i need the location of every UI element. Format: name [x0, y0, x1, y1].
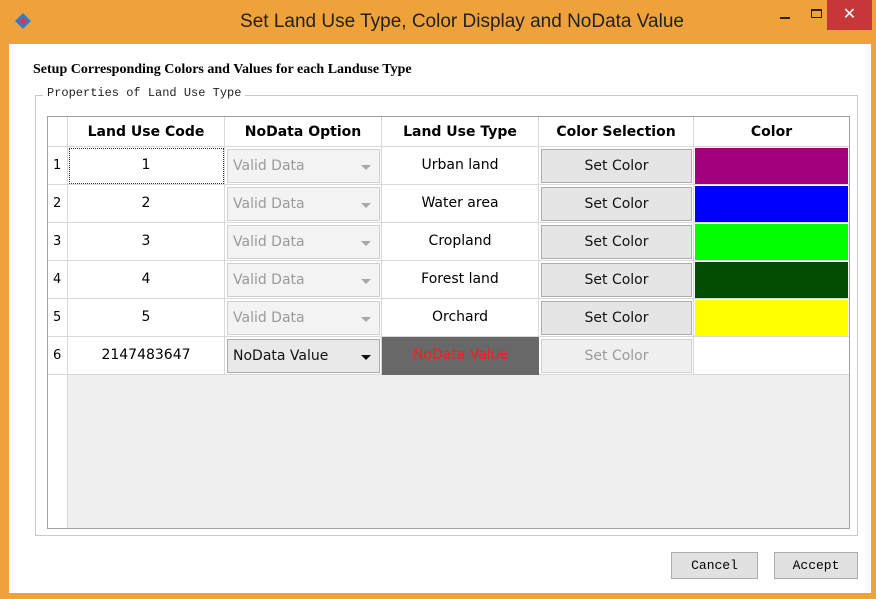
land-use-code-cell[interactable]: 1 [68, 147, 225, 185]
chevron-down-icon [361, 355, 371, 360]
chevron-down-icon [361, 279, 371, 284]
land-use-code-cell[interactable]: 3 [68, 223, 225, 261]
land-use-type-cell[interactable]: Urban land [382, 147, 539, 185]
nodata-option-dropdown[interactable]: Valid Data [227, 187, 380, 221]
dialog-body: Setup Corresponding Colors and Values fo… [9, 44, 871, 593]
row-number[interactable]: 3 [48, 223, 68, 261]
dropdown-value: Valid Data [233, 272, 305, 288]
column-header-code[interactable]: Land Use Code [68, 117, 225, 147]
column-header-type[interactable]: Land Use Type [382, 117, 539, 147]
nodata-option-dropdown[interactable]: Valid Data [227, 225, 380, 259]
dialog-window: Set Land Use Type, Color Display and NoD… [0, 0, 876, 599]
set-color-button[interactable]: Set Color [541, 263, 692, 297]
dropdown-value: Valid Data [233, 196, 305, 212]
set-color-button[interactable]: Set Color [541, 225, 692, 259]
nodata-option-dropdown[interactable]: Valid Data [227, 149, 380, 183]
minimize-button[interactable] [768, 0, 802, 30]
title-bar[interactable]: Set Land Use Type, Color Display and NoD… [0, 0, 876, 44]
dialog-heading: Setup Corresponding Colors and Values fo… [33, 62, 412, 77]
land-use-type-cell[interactable]: Water area [382, 185, 539, 223]
land-use-type-cell[interactable]: Forest land [382, 261, 539, 299]
color-swatch [695, 338, 848, 374]
set-color-button[interactable]: Set Color [541, 301, 692, 335]
cancel-button[interactable]: Cancel [671, 552, 758, 579]
color-swatch [695, 224, 848, 260]
table-corner[interactable] [48, 117, 68, 147]
set-color-button[interactable]: Set Color [541, 149, 692, 183]
set-color-button[interactable]: Set Color [541, 187, 692, 221]
accept-button[interactable]: Accept [774, 552, 858, 579]
row-number[interactable]: 6 [48, 337, 68, 375]
dropdown-value: Valid Data [233, 234, 305, 250]
dropdown-value: Valid Data [233, 158, 305, 174]
land-use-type-cell[interactable]: Orchard [382, 299, 539, 337]
table-header: Land Use Code NoData Option Land Use Typ… [48, 117, 849, 147]
close-icon: ✕ [842, 6, 857, 23]
set-color-button[interactable]: Set Color [541, 339, 692, 373]
land-use-type-cell[interactable]: Cropland [382, 223, 539, 261]
close-button[interactable]: ✕ [827, 0, 872, 30]
land-use-code-cell[interactable]: 2147483647 [68, 337, 225, 375]
color-swatch [695, 148, 848, 184]
dropdown-value: NoData Value [233, 348, 329, 364]
chevron-down-icon [361, 317, 371, 322]
color-swatch [695, 300, 848, 336]
land-use-type-cell[interactable]: NoData Value [382, 337, 539, 375]
window-title: Set Land Use Type, Color Display and NoD… [240, 11, 684, 32]
minimize-icon [780, 17, 790, 19]
chevron-down-icon [361, 203, 371, 208]
maximize-icon [811, 9, 822, 18]
groupbox-label: Properties of Land Use Type [43, 86, 246, 100]
row-number[interactable]: 5 [48, 299, 68, 337]
row-number[interactable]: 4 [48, 261, 68, 299]
chevron-down-icon [361, 241, 371, 246]
nodata-option-dropdown[interactable]: NoData Value [227, 339, 380, 373]
nodata-option-dropdown[interactable]: Valid Data [227, 263, 380, 297]
landuse-table: Land Use Code NoData Option Land Use Typ… [47, 116, 850, 529]
dropdown-value: Valid Data [233, 310, 305, 326]
column-header-nodata-option[interactable]: NoData Option [225, 117, 382, 147]
land-use-code-cell[interactable]: 4 [68, 261, 225, 299]
column-header-color[interactable]: Color [694, 117, 849, 147]
nodata-option-dropdown[interactable]: Valid Data [227, 301, 380, 335]
row-number[interactable]: 2 [48, 185, 68, 223]
chevron-down-icon [361, 165, 371, 170]
land-use-code-cell[interactable]: 5 [68, 299, 225, 337]
color-swatch [695, 262, 848, 298]
row-number[interactable]: 1 [48, 147, 68, 185]
land-use-code-cell[interactable]: 2 [68, 185, 225, 223]
column-header-color-selection[interactable]: Color Selection [539, 117, 694, 147]
color-swatch [695, 186, 848, 222]
